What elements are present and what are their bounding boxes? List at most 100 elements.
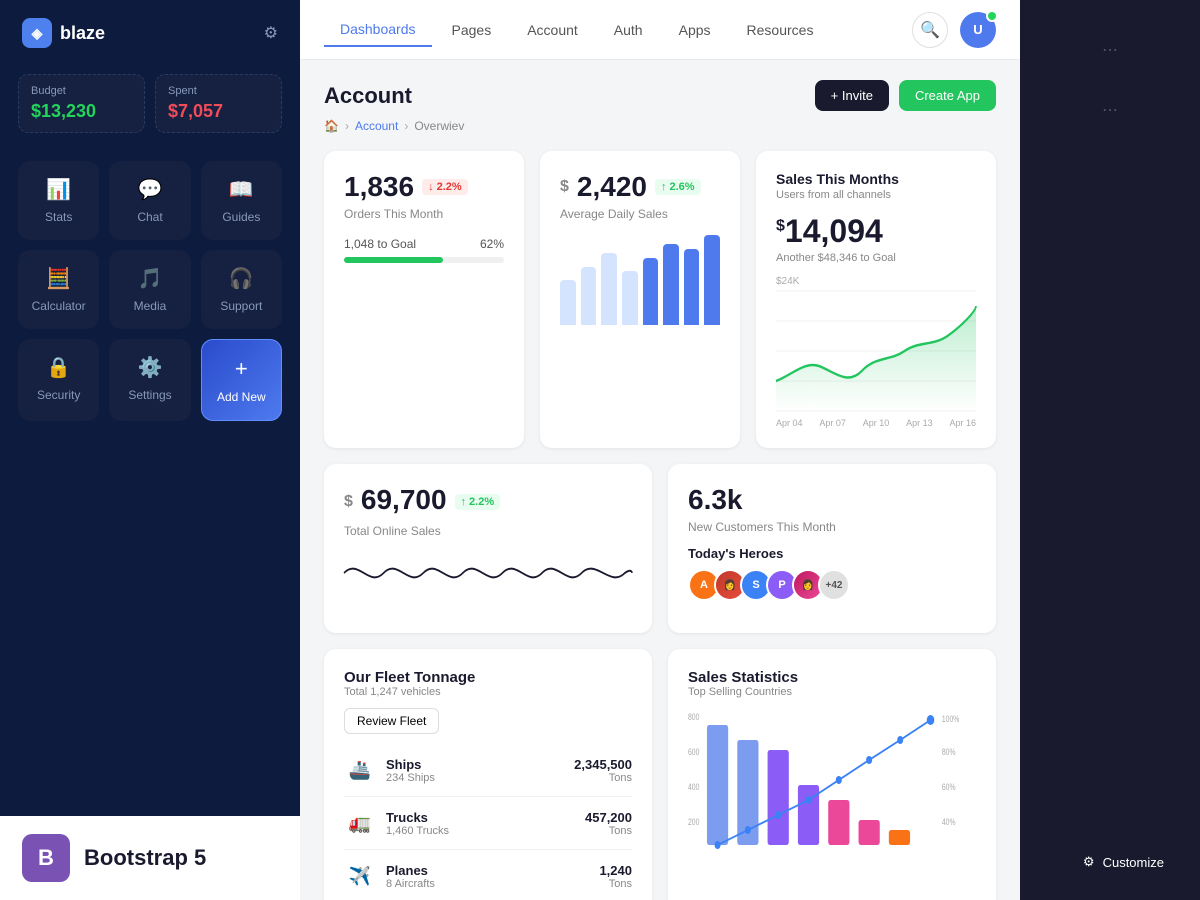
svg-text:200: 200 xyxy=(688,817,700,827)
svg-text:40%: 40% xyxy=(942,817,956,827)
daily-prefix: $ xyxy=(560,178,569,196)
nav-resources[interactable]: Resources xyxy=(731,14,830,46)
user-avatar[interactable]: U xyxy=(960,12,996,48)
orders-change: ↓ 2.2% xyxy=(422,179,468,195)
top-nav: Dashboards Pages Account Auth Apps Resou… xyxy=(300,0,1020,60)
spent-label: Spent xyxy=(168,85,269,97)
sidebar-item-settings[interactable]: ⚙️ Settings xyxy=(109,339,190,421)
add-new-label: Add New xyxy=(217,390,266,404)
bar-7-highlight xyxy=(684,249,700,326)
breadcrumb-home: 🏠 xyxy=(324,119,339,133)
orders-progress: 1,048 to Goal 62% xyxy=(344,237,504,263)
invite-button[interactable]: + Invite xyxy=(815,80,889,111)
sidebar-item-stats[interactable]: 📊 Stats xyxy=(18,161,99,240)
fleet-row-planes: ✈️ Planes 8 Aircrafts 1,240 Tons xyxy=(344,850,632,900)
planes-name: Planes xyxy=(386,863,435,878)
stats-row: 1,836 ↓ 2.2% Orders This Month 1,048 to … xyxy=(324,151,996,448)
daily-value: 2,420 xyxy=(577,171,647,203)
sales-line-chart: $24K xyxy=(776,276,976,428)
chat-label: Chat xyxy=(137,210,162,224)
daily-label: Average Daily Sales xyxy=(560,207,720,221)
new-customers-card: 6.3k New Customers This Month Today's He… xyxy=(668,464,996,633)
sidebar: ◈ blaze ⚙ Budget $13,230 Spent $7,057 📊 … xyxy=(0,0,300,900)
settings-label: Settings xyxy=(128,388,171,402)
sales-stats-chart: 800 600 400 200 xyxy=(688,710,976,870)
online-sales-value: 69,700 xyxy=(361,484,447,516)
sidebar-item-guides[interactable]: 📖 Guides xyxy=(201,161,282,240)
create-app-button[interactable]: Create App xyxy=(899,80,996,111)
bar-5-highlight xyxy=(643,258,659,326)
planes-amount: 1,240 xyxy=(599,863,632,878)
ships-amount: 2,345,500 xyxy=(574,757,632,772)
nav-dashboards[interactable]: Dashboards xyxy=(324,13,432,47)
sales-stats-svg: 800 600 400 200 xyxy=(688,710,976,870)
page-content: Account + Invite Create App 🏠 › Account … xyxy=(300,60,1020,900)
bar-4 xyxy=(622,271,638,325)
nav-account[interactable]: Account xyxy=(511,14,594,46)
nav-auth[interactable]: Auth xyxy=(598,14,659,46)
heroes-label: Today's Heroes xyxy=(688,546,976,561)
customize-button[interactable]: ⚙ Customize xyxy=(1067,844,1180,880)
nav-pages[interactable]: Pages xyxy=(436,14,508,46)
planes-count: 8 Aircrafts xyxy=(386,878,435,890)
bootstrap-icon: B xyxy=(22,834,70,882)
media-icon: 🎵 xyxy=(138,266,163,291)
online-sales-card: $ 69,700 ↑ 2.2% Total Online Sales xyxy=(324,464,652,633)
sales-stats-sub: Top Selling Countries xyxy=(688,686,976,698)
customers-label: New Customers This Month xyxy=(688,520,976,534)
fleet-title: Our Fleet Tonnage xyxy=(344,669,632,686)
customize-icon: ⚙ xyxy=(1083,854,1095,870)
breadcrumb-account[interactable]: Account xyxy=(355,119,398,133)
guides-icon: 📖 xyxy=(229,177,254,202)
chat-icon: 💬 xyxy=(138,177,163,202)
sidebar-item-add-new[interactable]: + Add New xyxy=(201,339,282,421)
stats-icon: 📊 xyxy=(46,177,71,202)
daily-change: ↑ 2.6% xyxy=(655,179,701,195)
fleet-card: Our Fleet Tonnage Total 1,247 vehicles R… xyxy=(324,649,652,900)
sidebar-item-support[interactable]: 🎧 Support xyxy=(201,250,282,329)
search-button[interactable]: 🔍 xyxy=(912,12,948,48)
support-icon: 🎧 xyxy=(229,266,254,291)
budget-value: $13,230 xyxy=(31,101,132,122)
sales-stats-title: Sales Statistics xyxy=(688,669,976,686)
online-sales-change: ↑ 2.2% xyxy=(455,494,501,510)
hero-more: +42 xyxy=(818,569,850,601)
planes-icon: ✈️ xyxy=(344,860,376,892)
menu-icon[interactable]: ⚙ xyxy=(264,23,278,43)
calculator-label: Calculator xyxy=(32,299,86,313)
heroes-avatars: A 👩 S P 👩 +42 xyxy=(688,569,976,601)
top-nav-actions: 🔍 U xyxy=(912,12,996,48)
second-row: $ 69,700 ↑ 2.2% Total Online Sales 6.3k … xyxy=(324,464,996,633)
svg-text:800: 800 xyxy=(688,712,700,722)
right-panel-icon-1[interactable]: ⋯ xyxy=(1102,40,1118,60)
sidebar-item-calculator[interactable]: 🧮 Calculator xyxy=(18,250,99,329)
review-fleet-button[interactable]: Review Fleet xyxy=(344,708,439,734)
page-actions: + Invite Create App xyxy=(815,80,996,111)
svg-text:400: 400 xyxy=(688,782,700,792)
ships-unit: Tons xyxy=(574,772,632,784)
logo-icon: ◈ xyxy=(22,18,52,48)
customers-value: 6.3k xyxy=(688,484,976,516)
right-panel-icon-2[interactable]: ⋯ xyxy=(1102,100,1118,120)
guides-label: Guides xyxy=(222,210,260,224)
logo-text: blaze xyxy=(60,23,105,44)
calculator-icon: 🧮 xyxy=(46,266,71,291)
fleet-row-ships: 🚢 Ships 234 Ships 2,345,500 Tons xyxy=(344,744,632,797)
sidebar-item-security[interactable]: 🔒 Security xyxy=(18,339,99,421)
sidebar-item-chat[interactable]: 💬 Chat xyxy=(109,161,190,240)
planes-unit: Tons xyxy=(599,878,632,890)
svg-text:100%: 100% xyxy=(942,714,959,724)
sales-stats-card: Sales Statistics Top Selling Countries 8… xyxy=(668,649,996,900)
budget-label: Budget xyxy=(31,85,132,97)
orders-label: Orders This Month xyxy=(344,207,504,221)
stats-label: Stats xyxy=(45,210,72,224)
svg-text:80%: 80% xyxy=(942,747,956,757)
ships-count: 234 Ships xyxy=(386,772,435,784)
bootstrap-label: Bootstrap 5 xyxy=(84,845,206,871)
svg-text:60%: 60% xyxy=(942,782,956,792)
security-label: Security xyxy=(37,388,80,402)
nav-apps[interactable]: Apps xyxy=(663,14,727,46)
page-header: Account + Invite Create App xyxy=(324,80,996,111)
trucks-icon: 🚛 xyxy=(344,807,376,839)
sidebar-item-media[interactable]: 🎵 Media xyxy=(109,250,190,329)
